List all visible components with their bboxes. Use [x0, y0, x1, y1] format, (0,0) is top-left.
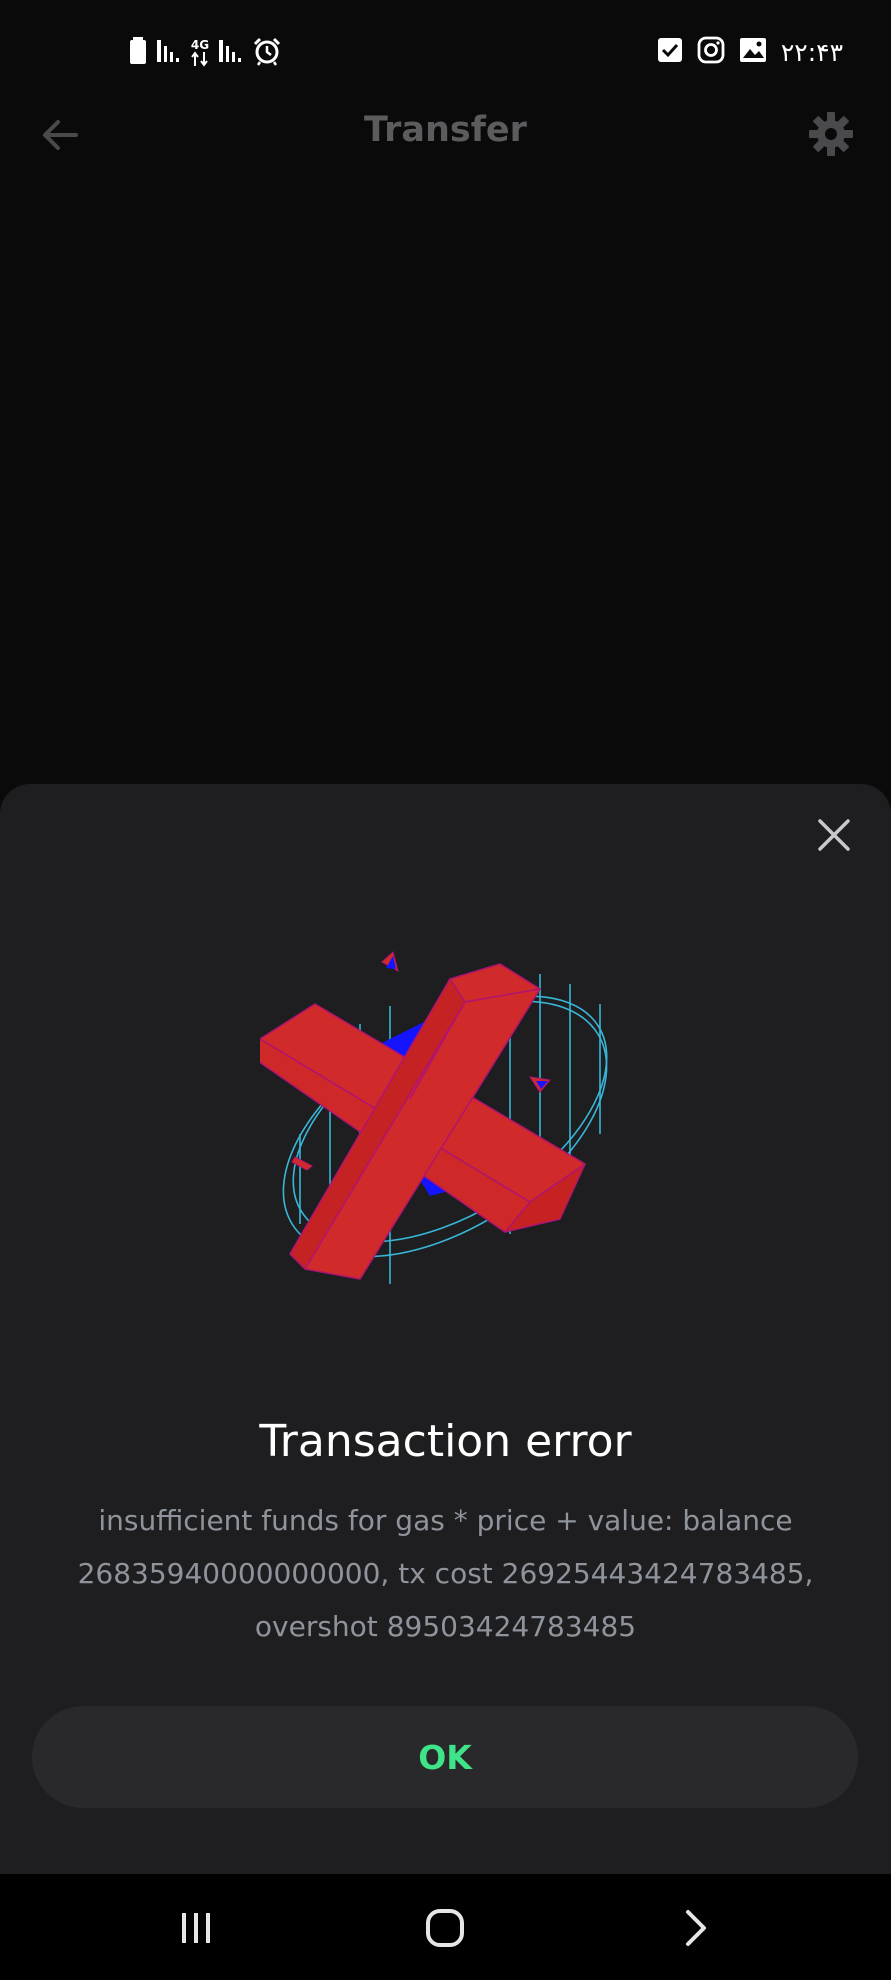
ok-button[interactable]: OK [32, 1706, 858, 1808]
close-button[interactable] [811, 812, 857, 858]
error-message: insufficient funds for gas * price + val… [77, 1504, 814, 1643]
system-back-button[interactable] [668, 1900, 724, 1956]
error-title: Transaction error [259, 1416, 632, 1467]
status-left-icons: 4G [128, 36, 282, 70]
signal-icon [218, 36, 244, 70]
back-chevron-icon [686, 1910, 706, 1946]
network-type-label: 4G [190, 38, 210, 52]
status-right-icons: ۲۲:۴۳ [657, 36, 843, 68]
home-button[interactable] [417, 1900, 473, 1956]
error-cross-illustration [260, 951, 608, 1284]
check-notification-icon [657, 37, 683, 67]
data-arrows-icon: 4G [190, 39, 210, 67]
home-icon [426, 1909, 464, 1947]
ok-button-label: OK [418, 1737, 472, 1777]
alarm-icon [252, 36, 282, 70]
page-title: Transfer [364, 110, 527, 150]
status-bar: 4G ۲۲:۴۳ [0, 0, 891, 108]
gallery-icon [739, 37, 767, 67]
recent-apps-icon [182, 1913, 210, 1943]
close-icon [818, 819, 850, 851]
system-nav-bar [0, 1874, 891, 1980]
recent-apps-button[interactable] [168, 1900, 224, 1956]
settings-button[interactable] [807, 110, 855, 158]
app-header: Transfer [0, 100, 891, 172]
battery-icon [128, 36, 148, 70]
instagram-icon [697, 36, 725, 68]
status-time: ۲۲:۴۳ [780, 37, 843, 67]
gear-icon [809, 112, 853, 156]
signal-icon [156, 36, 182, 70]
screen: 4G ۲۲:۴۳ Transfer Transaction error insu… [0, 0, 891, 1980]
error-dialog-sheet: Transaction error insufficient funds for… [0, 784, 891, 1874]
